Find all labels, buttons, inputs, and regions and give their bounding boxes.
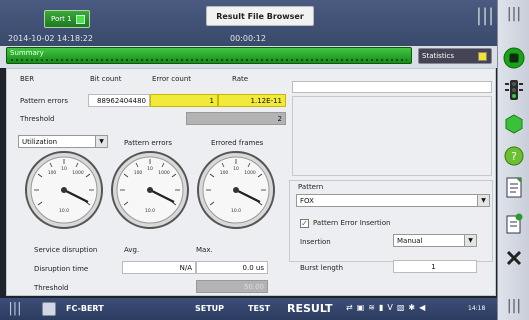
clock: 14:18 [468,305,486,312]
avg-label: Avg. [124,246,140,254]
disruption-time-label: Disruption time [34,265,89,273]
gauge-tick-label: 1000 [158,170,170,176]
disruption-max-value: 0.0 us [196,261,268,274]
gauge-tick-label: 10 [147,166,153,172]
pattern-value: FOX [300,197,314,205]
chevron-down-icon: ▼ [95,136,107,147]
errored-frames-gauge-title: Errored frames [211,139,264,147]
port-tab[interactable]: Port 1 [44,10,90,28]
service-disruption-label: Service disruption [34,246,98,254]
empty-area [292,96,492,176]
app-window: Port 1 Result File Browser 2014-10-02 14… [0,0,529,320]
ber-title: BER [20,75,35,83]
error-count-value: 1 [150,94,218,107]
network-icon[interactable]: ⇄ [346,303,353,312]
gauge-tick-label: 100 [134,170,143,176]
bottom-bar: ||| FC-BERT SETUP TEST RESULT ⇄ ▣ ≋ ▮ V ▧ ✱ ◀ 1… [0,298,497,320]
insertion-value: Manual [397,237,423,245]
battery-icon[interactable]: ▮ [379,303,383,312]
pattern-select[interactable]: FOX ▼ [296,194,490,207]
ber-threshold-label: Threshold [20,115,55,123]
chevron-down-icon: ▼ [464,235,476,246]
right-sidebar: ||| ? ||| [497,0,529,320]
pattern-errors-gauge-title: Pattern errors [124,139,173,147]
ber-threshold-value: 2 [186,112,286,125]
summary-bar[interactable]: Summary [6,47,412,64]
result-file-browser-button[interactable]: Result File Browser [206,6,314,26]
v-icon[interactable]: V [387,303,392,312]
insertion-select[interactable]: Manual ▼ [393,234,477,247]
monitor-icon[interactable]: ▣ [357,303,365,312]
utilization-gauge: 10 100 1000 10.0 [25,151,103,229]
disruption-threshold-value: 50.00 [196,280,268,293]
pattern-group-label: Pattern [298,183,324,191]
elapsed-time: 00:00:12 [230,34,266,43]
summary-progress-dots [11,59,407,61]
statistics-label: Statistics [422,52,454,60]
gauge-tick-label: 10.0 [231,208,241,214]
gauge-tick-label: 100 [48,170,57,176]
port-tab-label: Port 1 [51,15,72,23]
disruption-threshold-label: Threshold [34,284,69,292]
col-bit-count: Bit count [90,75,122,83]
bluetooth-icon[interactable]: ✱ [408,303,415,312]
hexagon-status-icon[interactable] [502,112,526,136]
info-field [292,81,492,93]
bit-count-value: 88962404480 [88,94,150,107]
gauge-mode-select[interactable]: Utilization ▼ [18,135,108,148]
statistics-status-led [478,52,487,61]
disruption-avg-value: N/A [122,261,196,274]
pattern-errors-gauge: 10 100 1000 10.0 [111,151,189,229]
export-report-icon[interactable] [502,212,526,236]
pattern-error-insertion-label: Pattern Error Insertion [313,219,391,227]
gauge-tick-label: 100 [220,170,229,176]
gauge-tick-label: 10.0 [145,208,155,214]
rate-value: 1.12E-11 [218,94,286,107]
system-tray: ⇄ ▣ ≋ ▮ V ▧ ✱ ◀ [346,303,429,315]
row-pattern-errors: Pattern errors [20,97,69,105]
test-tab[interactable]: TEST [248,304,270,313]
insertion-label: Insertion [300,238,331,246]
summary-label: Summary [10,49,44,57]
max-label: Max. [196,246,213,254]
pattern-error-insertion-checkbox[interactable]: ✓ [300,219,309,228]
chevron-down-icon: ▼ [477,195,489,206]
help-icon[interactable]: ? [502,144,526,168]
gauge-tick-label: 10.0 [59,208,69,214]
col-error-count: Error count [152,75,192,83]
burst-length-input[interactable]: 1 [393,260,477,273]
errored-frames-gauge: 10 100 1000 10.0 [197,151,275,229]
volume-icon[interactable]: ◀ [419,303,425,312]
gauge-tick-label: 10 [233,166,239,172]
report-icon[interactable] [502,176,526,200]
header-drag-handle-icon[interactable]: ||| [473,0,497,46]
app-icon[interactable] [42,302,56,316]
statistics-button[interactable]: Statistics [418,48,492,64]
col-rate: Rate [232,75,249,83]
wifi-icon[interactable]: ≋ [368,303,375,312]
bottom-drag-handle-icon[interactable]: ||| [4,301,26,317]
close-icon[interactable] [502,246,526,270]
app-name: FC-BERT [66,304,104,313]
sidebar-bottom-handle-icon[interactable]: ||| [498,298,529,318]
gauge-tick-label: 10 [61,166,67,172]
result-tab[interactable]: RESULT [287,302,333,315]
gauge-mode-value: Utilization [22,138,58,146]
port-status-led [76,15,85,24]
burst-length-label: Burst length [300,264,344,272]
svg-text:?: ? [511,150,517,163]
setup-tab[interactable]: SETUP [195,304,224,313]
image-icon[interactable]: ▧ [397,303,405,312]
sidebar-drag-handle-icon[interactable]: ||| [498,6,529,26]
gauge-tick-label: 1000 [72,170,84,176]
gauge-tick-label: 1000 [244,170,256,176]
header-bar: Port 1 Result File Browser 2014-10-02 14… [0,0,497,46]
datetime: 2014-10-02 14:18:22 [8,34,93,43]
stop-icon[interactable] [502,46,526,70]
traffic-light-icon[interactable] [502,78,526,102]
